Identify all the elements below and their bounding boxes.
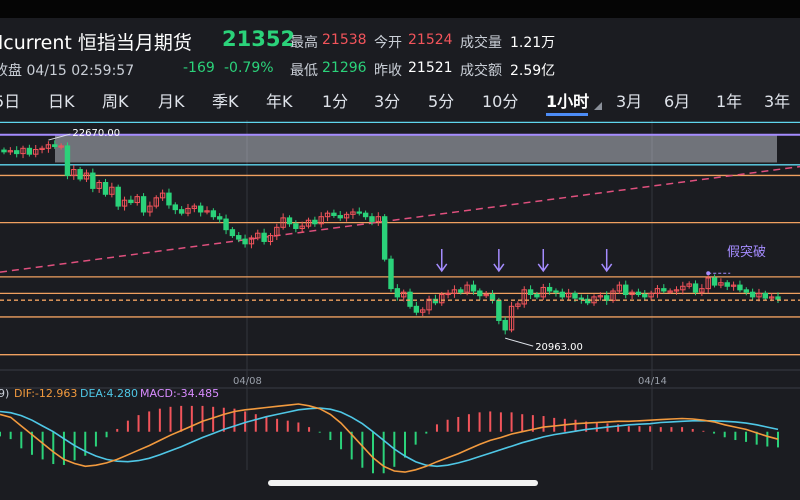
candle-body bbox=[661, 288, 667, 292]
candle-body bbox=[102, 182, 109, 195]
candle-body bbox=[369, 216, 375, 222]
candle-body bbox=[407, 291, 413, 307]
candle-body bbox=[178, 209, 185, 214]
candle-body bbox=[337, 215, 343, 219]
candle-body bbox=[210, 210, 217, 218]
macd-legend-dea: DEA:4.280 bbox=[80, 387, 138, 400]
arrow-down-icon bbox=[537, 248, 549, 273]
candle-body bbox=[642, 294, 648, 298]
dea-line bbox=[0, 407, 779, 468]
candle-body bbox=[477, 290, 483, 297]
candle-body bbox=[197, 205, 204, 213]
candle-body bbox=[312, 219, 318, 225]
candle-body bbox=[13, 150, 20, 155]
candle-body bbox=[77, 169, 83, 180]
dashed-trend-line bbox=[0, 165, 800, 273]
candle-body bbox=[711, 277, 718, 286]
candle-body bbox=[140, 196, 147, 213]
candle-body bbox=[356, 211, 362, 214]
arrow-down-icon bbox=[601, 248, 613, 273]
macd-legend-prefix: 9) bbox=[0, 387, 9, 400]
candle-body bbox=[223, 218, 229, 231]
candle-body bbox=[527, 289, 534, 296]
candle-body bbox=[331, 212, 337, 217]
candle-body bbox=[458, 289, 464, 293]
candle-body bbox=[692, 283, 699, 293]
macd-panel: 9) DIF:-12.963 DEA:4.280 MACD:-34.485 bbox=[0, 387, 779, 474]
macd-legend-macd: MACD:-34.485 bbox=[140, 387, 219, 400]
candle-body bbox=[394, 288, 401, 298]
candle-body bbox=[166, 192, 172, 206]
candle-body bbox=[737, 284, 743, 291]
min-price-leader bbox=[505, 337, 534, 347]
candle-body bbox=[743, 289, 749, 293]
candle-body bbox=[534, 294, 540, 298]
candle-body bbox=[559, 291, 565, 298]
candle-body bbox=[578, 297, 585, 300]
min-price-label: 20963.00 bbox=[535, 342, 583, 353]
candle-body bbox=[90, 172, 96, 189]
x-tick-label: 04/14 bbox=[638, 376, 667, 387]
candle-body bbox=[26, 147, 33, 155]
candle-body bbox=[128, 199, 134, 204]
candle-body bbox=[64, 145, 71, 176]
candle-body bbox=[172, 204, 178, 211]
candle-body bbox=[1, 149, 7, 153]
candle-body bbox=[217, 216, 223, 220]
candle-body bbox=[413, 305, 420, 313]
fake-breakout-label: 假突破 bbox=[727, 244, 766, 260]
candle-body bbox=[623, 284, 629, 296]
candle-body bbox=[470, 284, 477, 292]
candle-body bbox=[724, 282, 730, 287]
candle-body bbox=[496, 299, 502, 321]
candle-body bbox=[261, 232, 267, 242]
arrow-down-icon bbox=[493, 248, 505, 273]
macd-legend-dif: DIF:-12.963 bbox=[14, 387, 77, 400]
x-tick-label: 04/08 bbox=[233, 376, 262, 387]
candle-body bbox=[388, 258, 394, 290]
candle-body bbox=[236, 235, 242, 240]
resistance-zone-box bbox=[55, 134, 777, 163]
trend-line bbox=[0, 165, 800, 273]
candle-body bbox=[762, 292, 769, 299]
kline-chart[interactable]: 04/08 04/14 22670.00 20963.00 假突破 9) DIF:-12… bbox=[0, 0, 800, 500]
candle-body bbox=[242, 238, 248, 245]
candle-body bbox=[362, 212, 369, 218]
candle-body bbox=[502, 319, 508, 331]
candle-body bbox=[381, 216, 388, 260]
candle-body bbox=[749, 291, 756, 298]
candle-body bbox=[229, 229, 236, 237]
candle-body bbox=[52, 144, 58, 148]
candle-body bbox=[293, 223, 299, 229]
candle-body bbox=[546, 286, 553, 292]
candles bbox=[1, 140, 781, 335]
arrow-down-icon bbox=[436, 248, 448, 273]
candle-body bbox=[635, 291, 642, 296]
candle-body bbox=[115, 186, 121, 207]
max-price-label: 22670.00 bbox=[72, 128, 120, 139]
candle-body bbox=[572, 292, 578, 299]
candle-body bbox=[775, 296, 781, 300]
candle-body bbox=[286, 217, 293, 225]
home-indicator bbox=[268, 480, 538, 486]
candle-body bbox=[553, 290, 559, 293]
